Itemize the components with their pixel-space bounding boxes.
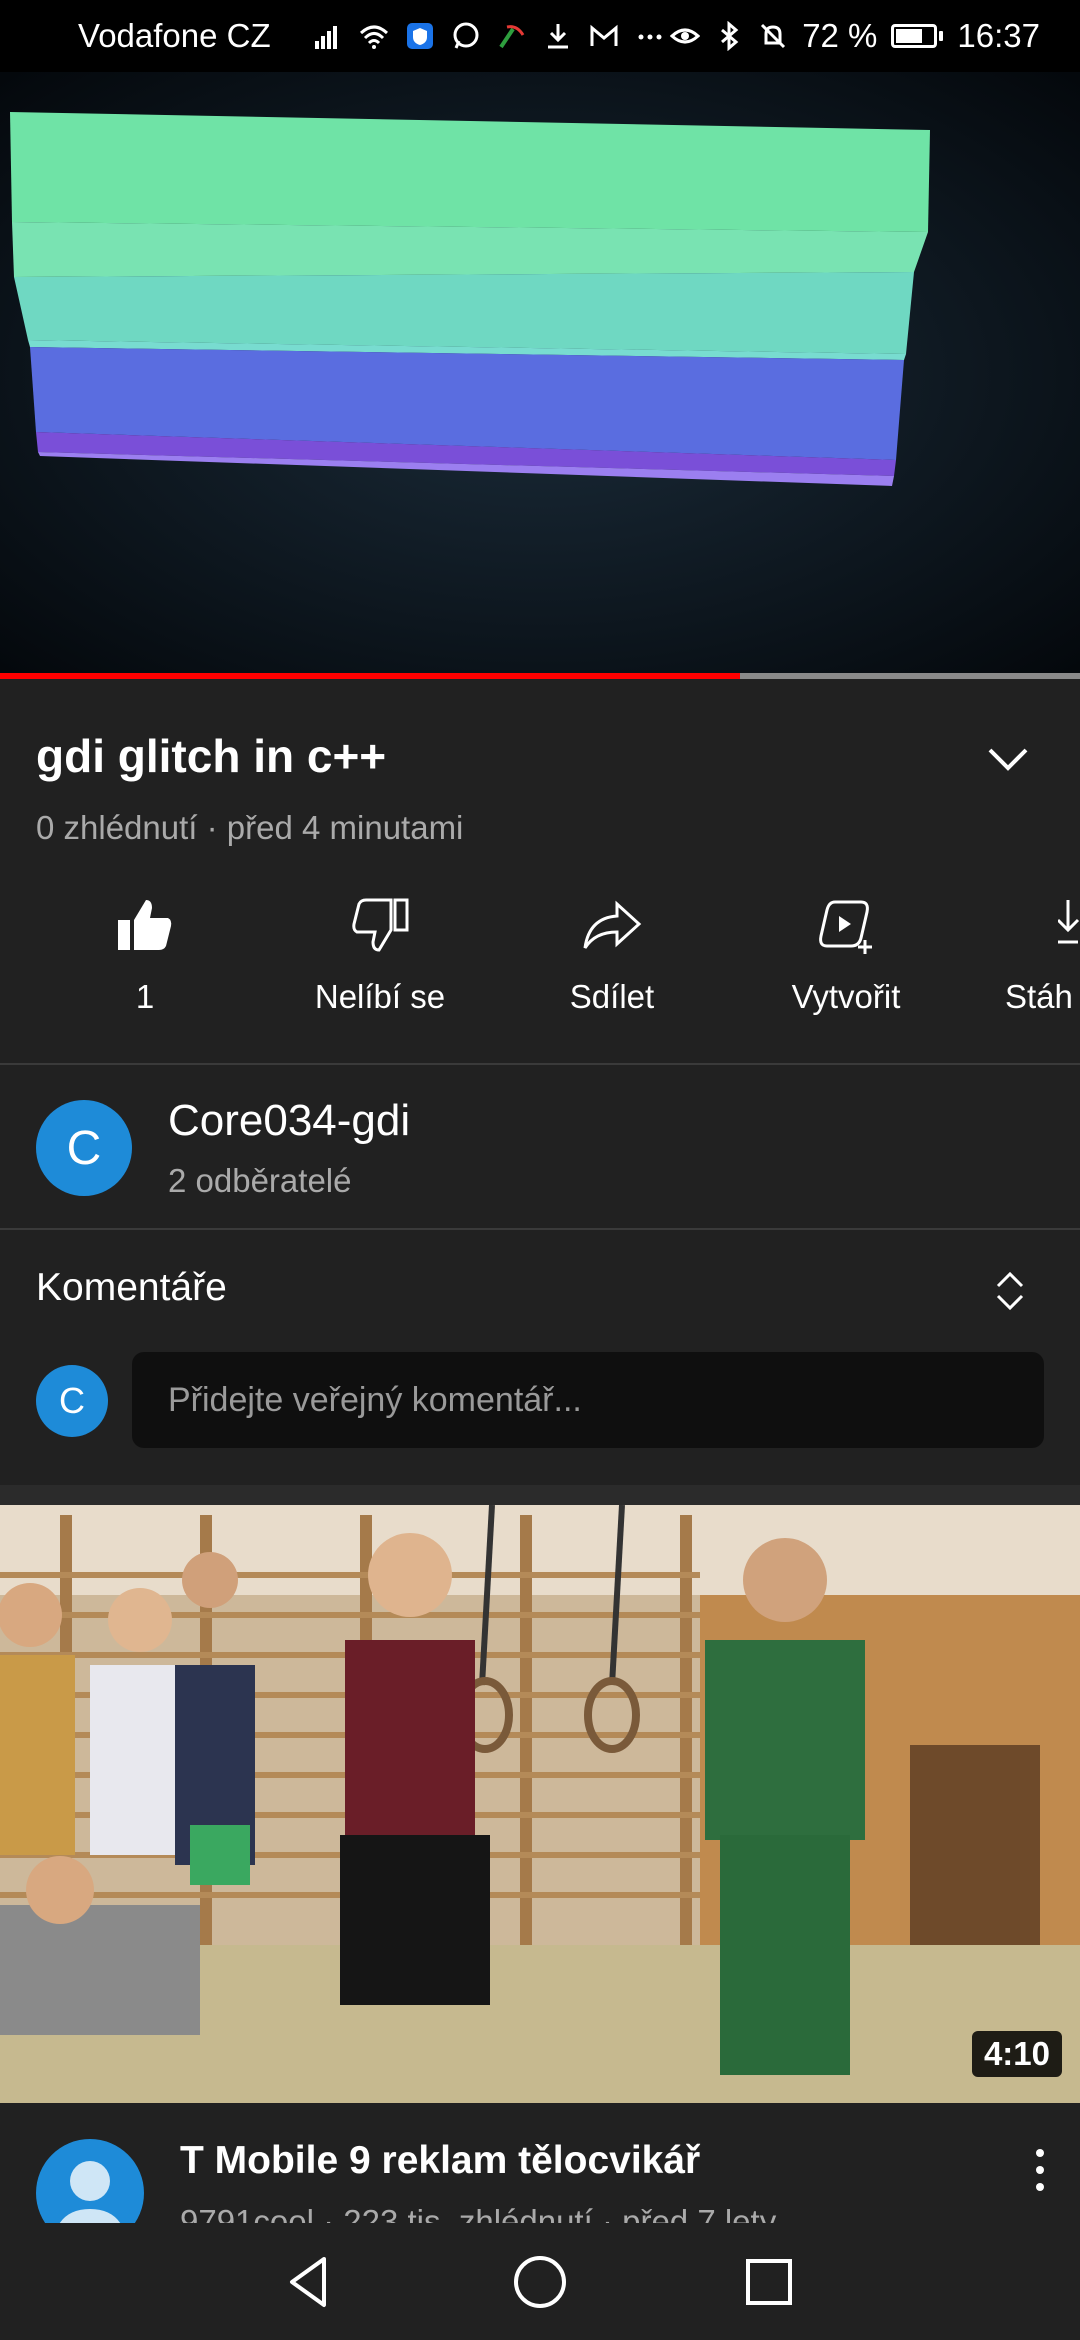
home-icon[interactable] bbox=[509, 2251, 571, 2313]
recommended-video-title[interactable]: T Mobile 9 reklam tělocvikář bbox=[180, 2139, 700, 2183]
thumbs-up-icon bbox=[118, 900, 172, 950]
carrier-label: Vodafone CZ bbox=[78, 17, 271, 54]
recommended-video-meta: 9791cool · 223 tis. zhlédnutí · před 7 l… bbox=[180, 2203, 777, 2223]
recommended-video-info[interactable]: T Mobile 9 reklam tělocvikář 9791cool · … bbox=[0, 2103, 1080, 2223]
gmail-icon bbox=[590, 24, 618, 46]
comments-section[interactable]: Komentáře C bbox=[0, 1230, 1080, 1485]
comments-title: Komentáře bbox=[36, 1266, 227, 1309]
expand-collapse-icon[interactable] bbox=[990, 1268, 1030, 1314]
battery-icon bbox=[891, 24, 944, 48]
share-button[interactable]: Sdílet bbox=[502, 894, 722, 1016]
app-icon bbox=[498, 25, 524, 49]
eye-icon bbox=[670, 28, 701, 44]
battery-percent: 72 % bbox=[802, 17, 878, 54]
share-icon bbox=[583, 900, 642, 949]
video-frame bbox=[0, 72, 1080, 676]
channel-name[interactable]: Core034-gdi bbox=[168, 1096, 410, 1146]
dislike-button[interactable]: Nelíbí se bbox=[270, 894, 490, 1016]
action-bar: 1 Nelíbí se Sdílet Vytvořit Stáh bbox=[0, 894, 1080, 1034]
video-player[interactable] bbox=[0, 72, 1080, 676]
whatsapp-icon bbox=[453, 22, 479, 49]
channel-row[interactable]: C Core034-gdi 2 odběratelé bbox=[0, 1066, 1080, 1228]
like-button[interactable]: 1 bbox=[35, 894, 255, 1016]
chevron-down-icon[interactable] bbox=[980, 734, 1036, 782]
thumbs-down-icon bbox=[352, 898, 409, 952]
back-icon[interactable] bbox=[278, 2251, 340, 2313]
shield-app-icon bbox=[406, 23, 433, 49]
channel-subscribers: 2 odběratelé bbox=[168, 1162, 352, 1199]
system-nav-bar bbox=[0, 2223, 1080, 2340]
user-avatar: C bbox=[36, 1365, 108, 1437]
video-meta: 0 zhlédnutí · před 4 minutami bbox=[36, 809, 464, 846]
person-icon bbox=[59, 2161, 121, 2223]
recommended-video-thumbnail[interactable]: 4:10 bbox=[0, 1505, 1080, 2103]
signal-icon bbox=[314, 26, 337, 49]
create-button[interactable]: Vytvořit bbox=[736, 894, 956, 1016]
clock: 16:37 bbox=[957, 17, 1040, 54]
comment-input[interactable] bbox=[132, 1352, 1044, 1448]
more-dots-icon bbox=[638, 34, 662, 40]
status-bar: Vodafone CZ 72 % 16:37 bbox=[0, 0, 1080, 72]
recents-icon[interactable] bbox=[738, 2251, 800, 2313]
video-details: gdi glitch in c++ 0 zhlédnutí · před 4 m… bbox=[0, 679, 1080, 1064]
download-icon bbox=[1058, 900, 1080, 944]
recommended-channel-avatar[interactable] bbox=[36, 2139, 144, 2223]
download-button[interactable]: Stáh bbox=[960, 894, 1080, 1016]
channel-avatar[interactable]: C bbox=[36, 1100, 132, 1196]
create-icon bbox=[819, 900, 872, 954]
divider bbox=[0, 1063, 1080, 1065]
video-duration-badge: 4:10 bbox=[971, 2031, 1062, 2077]
section-separator bbox=[0, 1485, 1080, 1505]
mute-icon bbox=[761, 23, 786, 49]
more-vert-icon[interactable] bbox=[1025, 2145, 1055, 2195]
video-title[interactable]: gdi glitch in c++ bbox=[36, 729, 386, 783]
download-icon bbox=[547, 24, 568, 49]
thumbnail-image bbox=[0, 1505, 1080, 2103]
bluetooth-icon bbox=[721, 21, 739, 51]
wifi-icon bbox=[359, 25, 388, 49]
